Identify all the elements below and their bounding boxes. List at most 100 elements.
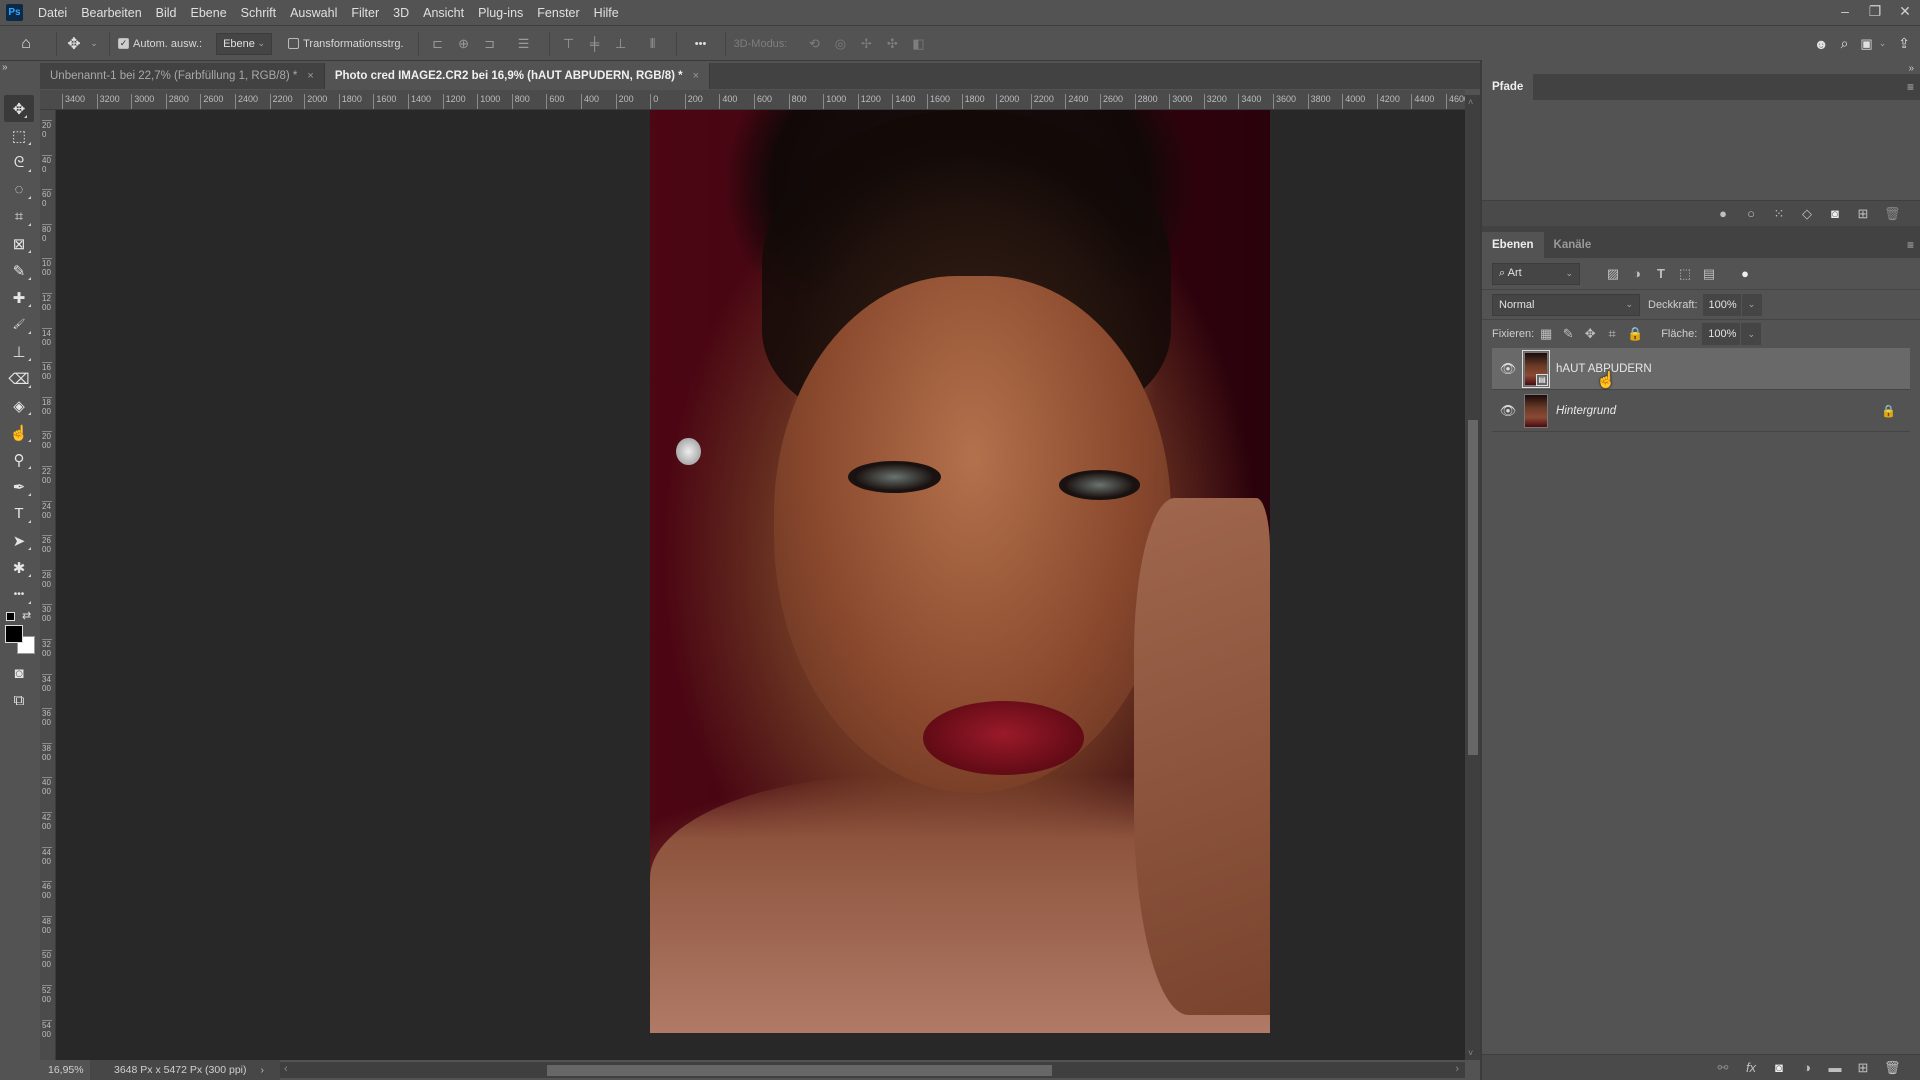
swap-colors-icon[interactable]: ⇄ [22,609,31,622]
foreground-color-swatch[interactable] [5,625,23,643]
delete-layer-icon[interactable]: 🗑 [1884,1060,1901,1076]
fill-path-icon[interactable]: ● [1716,206,1730,221]
layer-filter-kind-dropdown[interactable]: ⌕ Art ⌄ [1492,262,1580,285]
tab-photo-cred-image2[interactable]: Photo cred IMAGE2.CR2 bei 16,9% (hAUT AB… [324,63,711,89]
delete-path-icon[interactable]: 🗑 [1884,206,1901,222]
load-selection-icon[interactable]: ⁙ [1772,206,1786,222]
dodge-tool[interactable]: ⚲ [0,446,38,473]
stroke-path-icon[interactable]: ○ [1744,206,1758,221]
distribute-horizontal-icon[interactable]: ⦀ [642,33,664,55]
vertical-scrollbar[interactable]: ˄ ˅ [1465,95,1480,1060]
restore-button[interactable]: ❐ [1860,0,1890,22]
zoom-level[interactable]: 16,95% [40,1060,90,1080]
shape-tool[interactable]: ✱ [0,554,38,581]
lock-all-icon[interactable]: 🔒 [1627,326,1643,342]
minimize-button[interactable]: – [1830,0,1860,22]
marquee-tool[interactable]: ⬚ [0,122,38,149]
brush-tool[interactable]: 🖌 [0,311,38,338]
tab-pfade[interactable]: Pfade [1482,74,1534,100]
menu-bearbeiten[interactable]: Bearbeiten [74,0,148,26]
pen-tool[interactable]: ✒ [0,473,38,500]
status-menu-arrow-icon[interactable]: › [261,1064,265,1076]
visibility-eye-icon[interactable]: 👁 [1492,403,1524,419]
smudge-tool[interactable]: ☝ [0,419,38,446]
3d-roll-icon[interactable]: ◎ [829,33,851,55]
link-layers-icon[interactable]: ⚯ [1716,1060,1730,1076]
menu-fenster[interactable]: Fenster [530,0,586,26]
add-mask-icon[interactable]: ◙ [1828,206,1842,221]
tab-unbenannt-1[interactable]: Unbenannt-1 bei 22,7% (Farbfüllung 1, RG… [40,63,325,89]
filter-smart-objects-icon[interactable]: ▤ [1702,266,1716,282]
fill-dropdown-icon[interactable]: ⌄ [1741,323,1762,345]
default-colors-icon[interactable] [6,612,15,621]
add-layer-mask-icon[interactable]: ◙ [1772,1060,1786,1075]
panel-menu-icon[interactable]: ≡ [1907,80,1914,94]
canvas-area[interactable] [56,110,1465,1060]
filter-type-layers-icon[interactable]: T [1654,266,1668,281]
opacity-dropdown-icon[interactable]: ⌄ [1741,293,1762,316]
new-layer-icon[interactable]: ⊞ [1856,1060,1870,1076]
menu-auswahl[interactable]: Auswahl [283,0,344,26]
collapse-toolbar-icon[interactable]: » [2,62,38,74]
menu-ansicht[interactable]: Ansicht [416,0,471,26]
fill-input[interactable]: 100% [1702,323,1741,345]
quick-selection-tool[interactable]: ◌ [0,176,38,203]
blend-mode-dropdown[interactable]: Normal ⌄ [1492,293,1640,316]
scroll-up-icon[interactable]: ˄ [1468,97,1473,107]
screen-mode-button[interactable]: ⧉ [0,687,38,714]
eyedropper-tool[interactable]: ✎ [0,257,38,284]
more-tools[interactable]: ••• [0,581,38,608]
close-tab-icon[interactable]: × [693,70,699,82]
layer-style-fx-icon[interactable]: fx [1744,1060,1758,1075]
3d-slide-icon[interactable]: ✣ [881,33,903,55]
export-share-icon[interactable]: ⇪ [1898,27,1910,61]
paths-list[interactable] [1482,100,1920,200]
healing-brush-tool[interactable]: ✚ [0,284,38,311]
more-options-icon[interactable]: ••• [685,27,717,61]
new-group-folder-icon[interactable]: ▬ [1828,1060,1842,1075]
menu-ebene[interactable]: Ebene [184,0,234,26]
menu-plugins[interactable]: Plug-ins [471,0,530,26]
align-left-edges-icon[interactable]: ⊏ [427,33,449,55]
auto-select-target-dropdown[interactable]: Ebene ⌄ [216,32,273,55]
filter-toggle-icon[interactable]: ● [1738,266,1752,281]
menu-bild[interactable]: Bild [149,0,184,26]
lock-artboard-icon[interactable]: ⌗ [1605,326,1619,342]
paint-bucket-tool[interactable]: ◈ [0,392,38,419]
align-vertical-centers-icon[interactable]: ╪ [584,33,606,55]
clone-stamp-tool[interactable]: ⊥ [0,338,38,365]
vertical-scrollbar-thumb[interactable] [1468,420,1478,755]
share-people-icon[interactable]: ☻ [1814,27,1829,61]
lasso-tool[interactable]: ᘓ [0,149,38,176]
home-icon[interactable]: ⌂ [0,27,52,61]
3d-camera-icon[interactable]: ◧ [907,33,929,55]
lock-transparent-pixels-icon[interactable]: ▦ [1539,326,1553,342]
menu-datei[interactable]: Datei [31,0,74,26]
layer-name[interactable]: Hintergrund [1556,405,1616,417]
scroll-right-icon[interactable]: › [1455,1063,1459,1075]
lock-image-pixels-icon[interactable]: ✎ [1561,326,1575,342]
filter-pixel-layers-icon[interactable]: ▨ [1606,266,1620,282]
tab-ebenen[interactable]: Ebenen [1482,232,1544,258]
crop-tool[interactable]: ⌗ [0,203,38,230]
visibility-eye-icon[interactable]: 👁 [1492,361,1524,377]
layer-lock-icon[interactable]: 🔒 [1881,404,1896,418]
3d-pan-icon[interactable]: ✢ [855,33,877,55]
tab-kanaele[interactable]: Kanäle [1544,232,1602,258]
menu-hilfe[interactable]: Hilfe [587,0,626,26]
panel-menu-icon[interactable]: ≡ [1907,238,1914,252]
close-button[interactable]: ✕ [1890,0,1920,22]
scroll-down-icon[interactable]: ˅ [1468,1048,1473,1058]
align-bottom-edges-icon[interactable]: ⊥ [610,33,632,55]
menu-filter[interactable]: Filter [344,0,386,26]
workspace-icon[interactable]: ▣ [1860,27,1872,61]
auto-select-checkbox[interactable]: ✓ Autom. ausw.: [118,38,202,50]
quick-mask-button[interactable]: ◙ [0,660,38,687]
frame-tool[interactable]: ⊠ [0,230,38,257]
horizontal-scrollbar[interactable]: ‹ › [280,1062,1465,1078]
move-tool-icon[interactable]: ✥ [61,27,87,61]
workspace-chevron-icon[interactable]: ⌄ [1879,27,1887,61]
scroll-left-icon[interactable]: ‹ [284,1063,288,1075]
3d-orbit-icon[interactable]: ⟲ [803,33,825,55]
layer-haut-abpudern[interactable]: 👁 ▤ hAUT ABPUDERN ☝ [1492,348,1910,390]
